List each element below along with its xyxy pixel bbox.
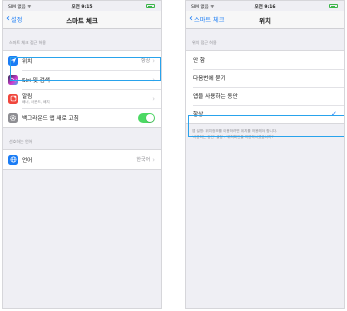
status-time: 오전 9:15 (71, 5, 93, 10)
location-value: 항상 (140, 58, 151, 64)
phone-screen-location: SIM 없음 ᯤ 오전 9:16 ‹ 스마트 체크 위치 위치 접근 허용 안 … (185, 0, 345, 309)
footnote-while-using: '사용하는 동안' 설정 : '위치확인을 허용하시겠습니까?' (192, 135, 275, 139)
location-options-group: 안 함 다음번에 묻기 앱을 사용하는 동안 항상 ✓ (186, 50, 344, 124)
siri-icon (8, 74, 18, 85)
section-header-language: 선호하는 언어 (9, 139, 33, 144)
status-time: 오전 9:16 (254, 5, 276, 10)
background-refresh-toggle[interactable] (138, 112, 155, 123)
gear-icon (8, 112, 18, 123)
notification-bell-icon (8, 93, 18, 104)
language-group: 언어 한국어 › (3, 149, 161, 170)
status-bar: SIM 없음 ᯤ 오전 9:16 (186, 1, 344, 11)
location-label: 위치 (22, 58, 33, 65)
navigation-bar: ‹ 설정 스마트 체크 (3, 11, 161, 29)
notifications-row[interactable]: 알림 배너, 사운드, 배지 › (3, 89, 161, 108)
option-label: 다음번에 묻기 (193, 76, 226, 82)
location-arrow-icon (8, 55, 18, 66)
section-header-access: 스마트 체크 접근 허용 (9, 40, 46, 45)
page-title: 위치 (259, 17, 271, 25)
option-always[interactable]: 항상 ✓ (186, 105, 344, 123)
section-header-location-access: 위치 접근 허용 (192, 40, 217, 45)
chevron-right-icon: › (152, 94, 155, 103)
notifications-sublabel: 배너, 사운드, 배지 (22, 100, 50, 105)
option-label: 항상 (193, 112, 204, 118)
access-settings-group: 위치 항상 › Siri 및 검색 › 알림 배너, 사운드, 배지 › 백그라… (3, 50, 161, 128)
option-label: 앱을 사용하는 동안 (193, 94, 238, 100)
background-refresh-label: 백그라운드 앱 새로 고침 (22, 115, 79, 122)
chevron-right-icon: › (152, 155, 155, 164)
background-refresh-row: 백그라운드 앱 새로 고침 (3, 108, 161, 127)
location-row[interactable]: 위치 항상 › (3, 51, 161, 70)
siri-search-row[interactable]: Siri 및 검색 › (3, 70, 161, 89)
language-label: 언어 (22, 157, 33, 164)
option-ask-next-time[interactable]: 다음번에 묻기 (186, 69, 344, 87)
page-title: 스마트 체크 (66, 17, 98, 25)
notifications-label: 알림 (22, 93, 33, 100)
checkmark-icon: ✓ (331, 110, 337, 118)
battery-icon (329, 4, 338, 8)
footnote-app-description: 앱 설명: 위치정보를 이용하려면 위치를 허용해야 합니다. (192, 129, 278, 133)
language-value: 한국어 (136, 157, 151, 163)
status-bar: SIM 없음 ᯤ 오전 9:15 (3, 1, 161, 11)
chevron-right-icon: › (152, 75, 155, 84)
siri-search-label: Siri 및 검색 (22, 77, 50, 84)
globe-icon (8, 154, 18, 165)
chevron-right-icon: › (152, 56, 155, 65)
notifications-label-block: 알림 배너, 사운드, 배지 (22, 92, 152, 106)
language-row[interactable]: 언어 한국어 › (3, 150, 161, 169)
navigation-bar: ‹ 스마트 체크 위치 (186, 11, 344, 29)
option-while-using[interactable]: 앱을 사용하는 동안 (186, 87, 344, 105)
option-label: 안 함 (193, 58, 206, 64)
battery-icon (146, 4, 155, 8)
option-never[interactable]: 안 함 (186, 51, 344, 69)
phone-screen-smart-check: SIM 없음 ᯤ 오전 9:15 ‹ 설정 스마트 체크 스마트 체크 접근 허… (2, 0, 162, 309)
